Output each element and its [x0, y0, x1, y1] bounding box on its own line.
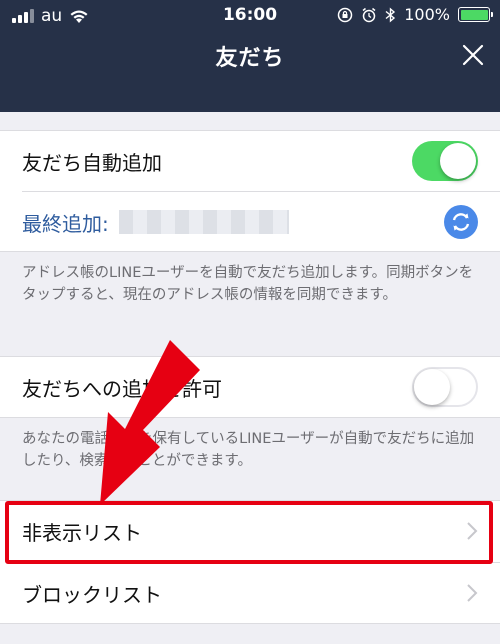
- bluetooth-icon: [385, 6, 396, 23]
- battery-percent: 100%: [404, 5, 450, 24]
- orientation-lock-icon: [338, 7, 353, 22]
- battery-icon: [458, 7, 493, 22]
- auto-add-section: 友だち自動追加 最終追加:: [0, 130, 500, 252]
- auto-add-row: 友だち自動追加: [0, 131, 500, 191]
- redacted-timestamp: [118, 210, 289, 234]
- auto-add-label: 友だち自動追加: [22, 150, 162, 175]
- navigation-bar: au 16:00 100% 友だち: [0, 0, 500, 112]
- allow-add-label: 友だちへの追加を許可: [22, 376, 222, 401]
- last-added-label: 最終追加:: [22, 211, 109, 236]
- allow-add-section: 友だちへの追加を許可: [0, 356, 500, 418]
- allow-add-toggle[interactable]: [412, 367, 478, 407]
- toggle-knob: [440, 143, 476, 179]
- page-title: 友だち: [215, 46, 285, 71]
- toggle-knob: [414, 369, 450, 405]
- status-bar: au 16:00 100%: [0, 0, 500, 30]
- auto-add-toggle[interactable]: [412, 141, 478, 181]
- highlight-box: [5, 501, 493, 564]
- sync-icon: [452, 213, 470, 231]
- block-list-row[interactable]: ブロックリスト: [0, 563, 500, 623]
- sync-button[interactable]: [444, 205, 478, 239]
- alarm-icon: [362, 7, 376, 22]
- auto-add-description: アドレス帳のLINEユーザーを自動で友だち追加します。同期ボタンをタップすると、…: [22, 265, 474, 303]
- allow-add-row: 友だちへの追加を許可: [0, 357, 500, 417]
- close-icon[interactable]: [458, 40, 488, 70]
- battery-level: [460, 9, 488, 20]
- last-added-row: 最終追加:: [0, 192, 500, 252]
- allow-add-description: あなたの電話番号を保有しているLINEユーザーが自動で友だちに追加したり、検索す…: [22, 431, 475, 469]
- chevron-right-icon: [467, 584, 478, 602]
- status-right: 100%: [337, 5, 493, 24]
- block-list-label: ブロックリスト: [22, 582, 162, 607]
